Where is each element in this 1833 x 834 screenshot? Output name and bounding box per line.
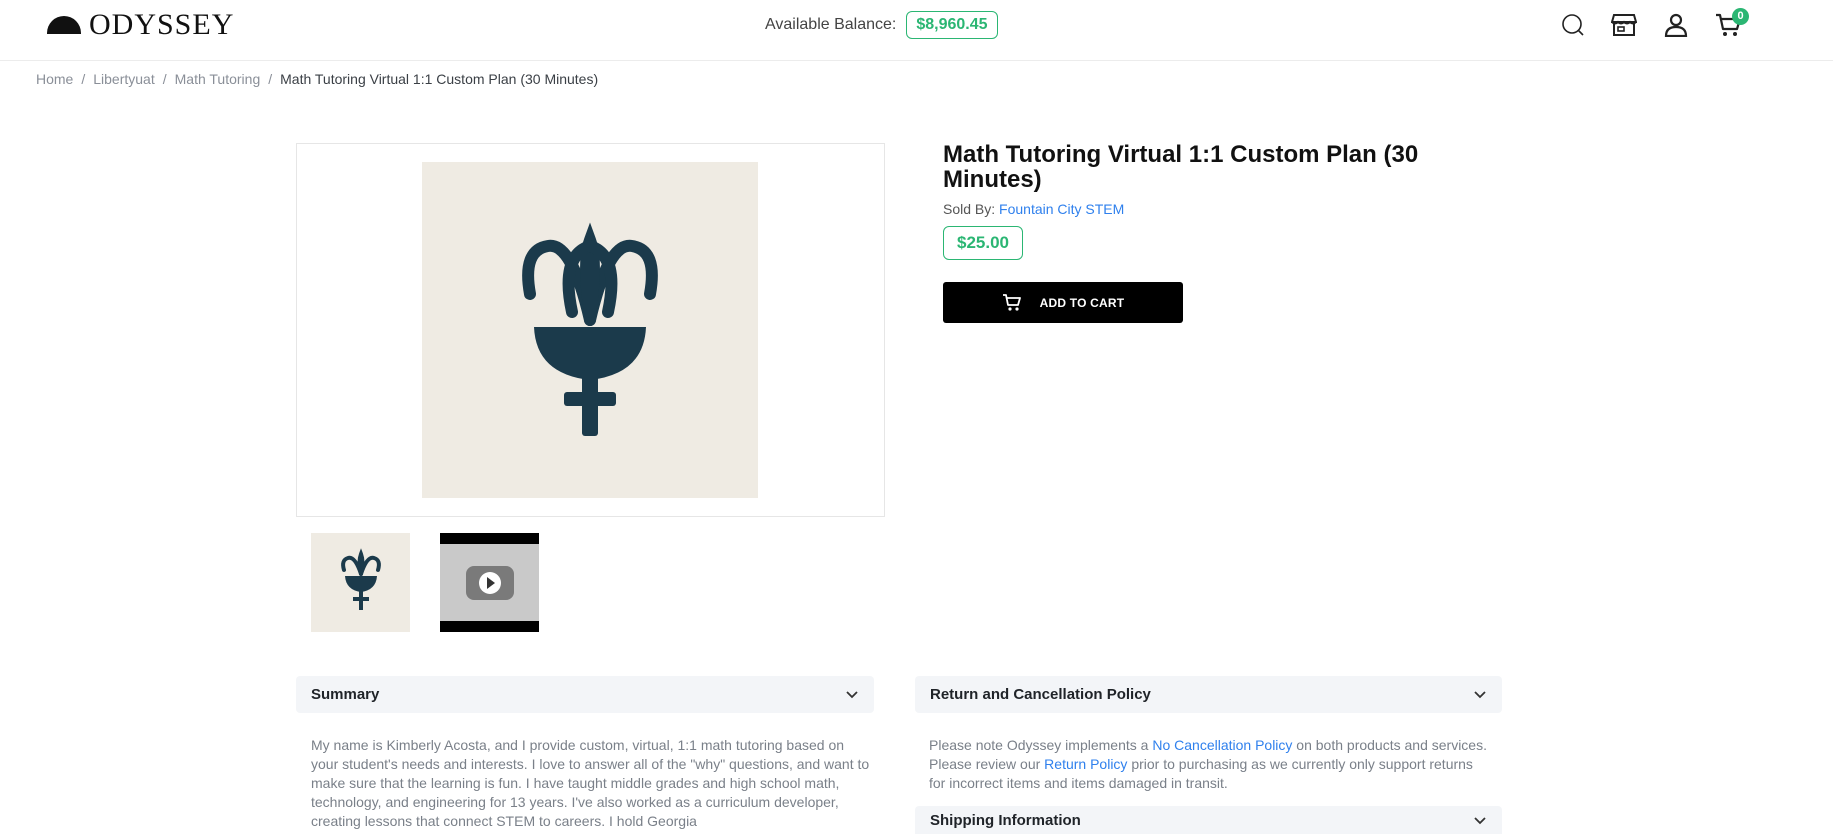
summary-text: My name is Kimberly Acosta, and I provid… (311, 737, 870, 829)
user-icon[interactable] (1663, 12, 1689, 38)
summary-accordion-header[interactable]: Summary (296, 676, 874, 713)
breadcrumb-separator: / (81, 71, 86, 87)
store-icon[interactable] (1611, 12, 1637, 38)
breadcrumb-current: Math Tutoring Virtual 1:1 Custom Plan (3… (280, 71, 599, 87)
cart-icon (1002, 293, 1022, 312)
logo-text: ODYSSEY (89, 8, 235, 41)
breadcrumb-home[interactable]: Home (36, 71, 73, 87)
chevron-down-icon (1474, 686, 1486, 703)
chevron-down-icon (1474, 812, 1486, 829)
return-policy-accordion-header[interactable]: Return and Cancellation Policy (915, 676, 1502, 713)
fountain-thumbnail-icon (340, 547, 381, 610)
site-header: ODYSSEY Available Balance: $8,960.45 0 (0, 0, 1833, 61)
fountain-logo-image (422, 162, 758, 498)
breadcrumb-math-tutoring[interactable]: Math Tutoring (175, 71, 261, 87)
chevron-down-icon (846, 686, 858, 703)
shipping-accordion-header[interactable]: Shipping Information (915, 806, 1502, 834)
thumbnail-image[interactable] (311, 533, 410, 632)
breadcrumb: Home / Libertyuat / Math Tutoring / Math… (36, 71, 598, 87)
search-icon[interactable] (1560, 12, 1586, 38)
balance-value: $8,960.45 (906, 11, 998, 39)
shipping-title: Shipping Information (930, 811, 1081, 829)
return-text-part: Please note Odyssey implements a (929, 737, 1153, 753)
seller-link[interactable]: Fountain City STEM (999, 201, 1124, 217)
video-preview (440, 544, 539, 621)
return-policy-title: Return and Cancellation Policy (930, 686, 1151, 703)
available-balance: Available Balance: $8,960.45 (765, 11, 998, 39)
breadcrumb-libertyuat[interactable]: Libertyuat (93, 71, 154, 87)
video-thumbnail[interactable] (440, 533, 539, 632)
return-policy-link[interactable]: Return Policy (1044, 756, 1127, 772)
odyssey-logo[interactable]: ODYSSEY (47, 8, 235, 41)
summary-title: Summary (311, 686, 380, 703)
breadcrumb-separator: / (162, 71, 167, 87)
logo-mark-icon (47, 16, 81, 34)
product-main-image[interactable] (296, 143, 885, 517)
no-cancellation-policy-link[interactable]: No Cancellation Policy (1152, 737, 1292, 753)
add-to-cart-label: ADD TO CART (1039, 295, 1125, 310)
cart-count-badge: 0 (1732, 8, 1749, 25)
add-to-cart-button[interactable]: ADD TO CART (943, 282, 1183, 323)
sold-by: Sold By: Fountain City STEM (943, 201, 1124, 217)
sold-by-label: Sold By: (943, 201, 996, 217)
return-policy-text: Please note Odyssey implements a No Canc… (929, 736, 1489, 793)
product-price: $25.00 (943, 226, 1023, 260)
breadcrumb-separator: / (268, 71, 273, 87)
product-title: Math Tutoring Virtual 1:1 Custom Plan (3… (943, 141, 1419, 193)
play-icon (465, 565, 514, 600)
balance-label: Available Balance: (765, 16, 897, 33)
